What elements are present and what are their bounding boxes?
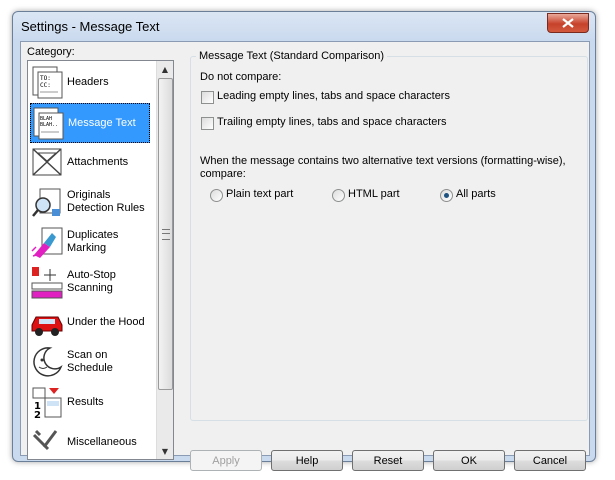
close-icon xyxy=(562,18,574,28)
duplicates-marking-icon xyxy=(31,227,63,258)
trailing-checkbox-label[interactable]: Trailing empty lines, tabs and space cha… xyxy=(217,116,446,129)
trailing-checkbox[interactable] xyxy=(201,117,214,130)
results-icon: 1 2 xyxy=(32,387,62,419)
leading-checkbox[interactable] xyxy=(201,91,214,104)
scroll-up-icon[interactable]: ▲ xyxy=(157,61,173,77)
cancel-button[interactable]: Cancel xyxy=(514,450,586,471)
moon-clock-icon xyxy=(33,347,63,377)
radio-all-parts[interactable] xyxy=(440,189,453,202)
category-item-duplicates-marking[interactable]: Duplicates Marking xyxy=(30,223,150,261)
grip-icon xyxy=(162,229,170,240)
category-item-miscellaneous[interactable]: Miscellaneous xyxy=(30,423,150,459)
settings-window: Settings - Message Text Category: TO: CC… xyxy=(12,11,596,471)
svg-text:BLAH..: BLAH.. xyxy=(40,122,58,128)
close-button[interactable] xyxy=(547,13,589,33)
category-item-under-the-hood[interactable]: Under the Hood xyxy=(30,303,150,341)
apply-button[interactable]: Apply xyxy=(190,450,262,471)
do-not-compare-label: Do not compare: xyxy=(200,71,282,83)
leading-checkbox-label[interactable]: Leading empty lines, tabs and space char… xyxy=(217,90,450,103)
reset-button[interactable]: Reset xyxy=(352,450,424,471)
radio-html-label[interactable]: HTML part xyxy=(348,188,400,201)
alt-versions-label: When the message contains two alternativ… xyxy=(200,155,566,180)
dialog-body: Category: TO: CC: Headers BLAH BLAH.. Me… xyxy=(20,41,590,471)
attachments-icon xyxy=(32,148,62,176)
tools-icon xyxy=(32,429,58,451)
message-text-icon: BLAH BLAH.. xyxy=(33,107,64,140)
scrollbar-thumb[interactable] xyxy=(158,78,173,390)
scroll-down-icon[interactable]: ▼ xyxy=(157,443,173,459)
auto-stop-icon xyxy=(31,267,63,299)
svg-text:CC:: CC: xyxy=(40,82,51,89)
svg-text:2: 2 xyxy=(34,410,41,419)
help-button[interactable]: Help xyxy=(271,450,343,471)
category-item-attachments[interactable]: Attachments xyxy=(30,143,150,181)
radio-all-parts-label[interactable]: All parts xyxy=(456,188,496,201)
message-text-group xyxy=(190,56,588,421)
headers-icon: TO: CC: xyxy=(32,66,63,99)
title-bar[interactable]: Settings - Message Text xyxy=(13,12,595,42)
originals-detection-icon xyxy=(32,188,61,217)
radio-plain-text-label[interactable]: Plain text part xyxy=(226,188,293,201)
category-item-results[interactable]: 1 2 Results xyxy=(30,383,150,421)
category-item-originals-detection[interactable]: Originals Detection Rules xyxy=(30,183,150,221)
group-title: Message Text (Standard Comparison) xyxy=(196,50,388,62)
ok-button[interactable]: OK xyxy=(433,450,505,471)
radio-plain-text[interactable] xyxy=(210,189,223,202)
category-item-message-text[interactable]: BLAH BLAH.. Message Text xyxy=(30,103,150,143)
category-scrollbar[interactable]: ▲ ▼ xyxy=(156,61,173,459)
category-list[interactable]: TO: CC: Headers BLAH BLAH.. Message Text xyxy=(27,60,174,460)
category-item-headers[interactable]: TO: CC: Headers xyxy=(30,63,150,101)
category-item-scan-on-schedule[interactable]: Scan on Schedule xyxy=(30,343,152,381)
radio-html[interactable] xyxy=(332,189,345,202)
window-title: Settings - Message Text xyxy=(21,19,160,34)
car-icon xyxy=(31,316,63,336)
category-item-auto-stop[interactable]: Auto-Stop Scanning xyxy=(30,263,150,301)
category-label: Category: xyxy=(27,46,75,58)
svg-text:TO:: TO: xyxy=(40,75,51,82)
